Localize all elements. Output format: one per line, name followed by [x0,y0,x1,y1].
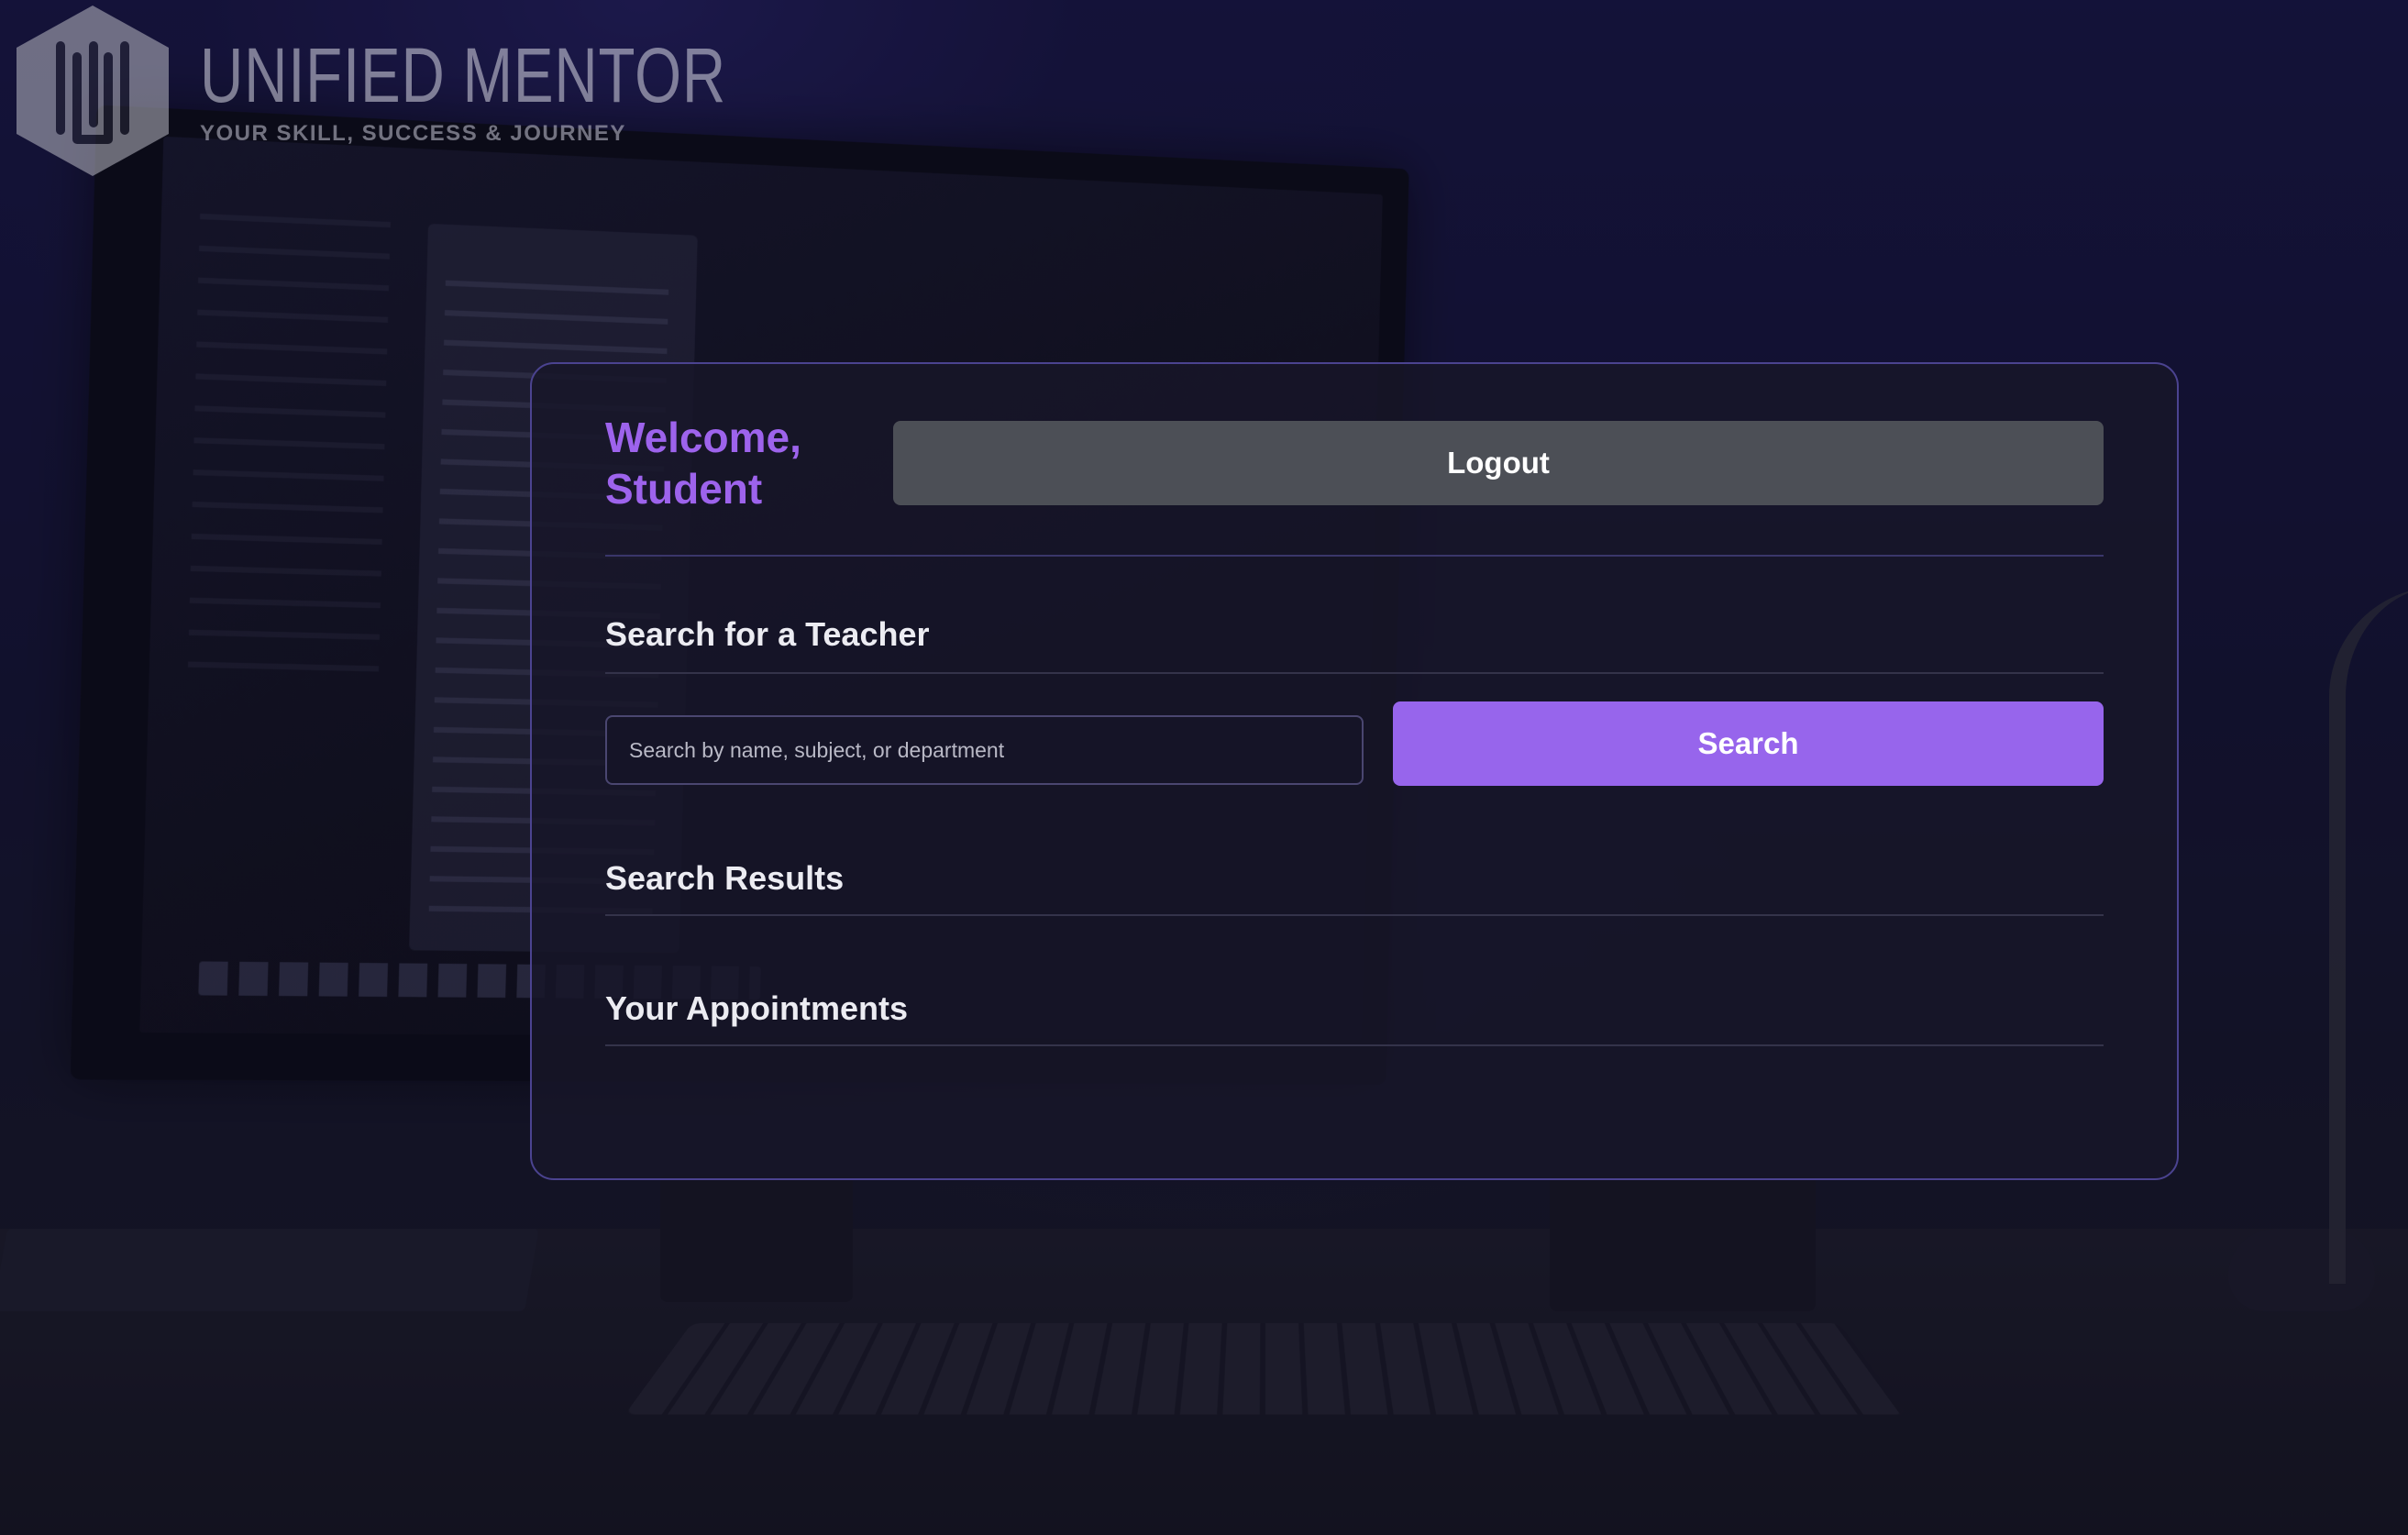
search-section-title: Search for a Teacher [605,615,930,653]
unified-mentor-hexagon-logo-icon [17,6,169,176]
search-button[interactable]: Search [1393,701,2104,786]
teacher-search-input[interactable] [605,715,1364,785]
search-section-header: Search for a Teacher [605,557,2104,674]
logout-button[interactable]: Logout [893,421,2104,505]
student-dashboard-card: Welcome, Student Logout Search for a Tea… [530,362,2179,1180]
dashboard-header: Welcome, Student Logout [605,364,2104,557]
appointments-title: Your Appointments [605,989,908,1027]
appointments-section: Your Appointments [605,916,2104,1046]
brand-text: UNIFIED MENTOR YOUR SKILL, SUCCESS & JOU… [200,37,875,147]
brand-logo: UNIFIED MENTOR YOUR SKILL, SUCCESS & JOU… [13,2,875,180]
brand-tagline: YOUR SKILL, SUCCESS & JOURNEY [200,121,626,146]
brand-title: UNIFIED MENTOR [200,32,726,118]
search-results-section: Search Results [605,786,2104,916]
welcome-heading: Welcome, Student [605,414,801,513]
search-results-title: Search Results [605,859,845,897]
search-row: Search [605,701,2104,786]
